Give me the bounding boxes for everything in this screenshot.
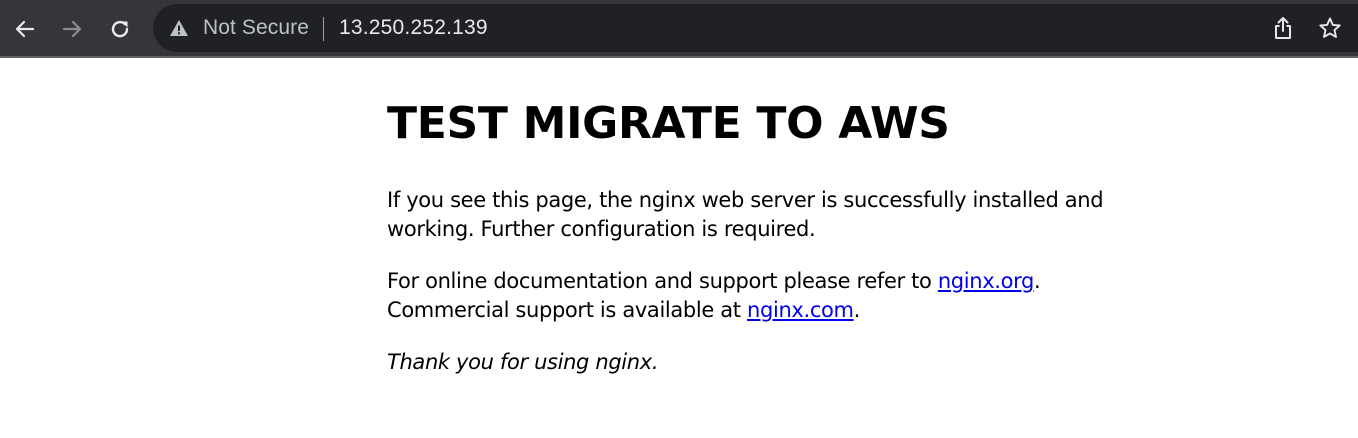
security-label: Not Secure <box>203 16 310 39</box>
arrow-left-icon <box>15 20 35 38</box>
nginx-org-link[interactable]: nginx.org <box>938 269 1035 293</box>
arrow-right-icon <box>62 20 82 38</box>
support-text-2: Commercial support is available at <box>387 298 748 322</box>
share-button[interactable] <box>1270 15 1296 41</box>
warning-triangle-icon <box>170 20 188 36</box>
reload-button[interactable] <box>105 14 135 44</box>
support-text-1: For online documentation and support ple… <box>387 269 938 293</box>
url-text[interactable]: 13.250.252.139 <box>339 4 488 52</box>
share-icon <box>1275 17 1291 39</box>
page-title: TEST MIGRATE TO AWS <box>387 98 950 149</box>
address-bar[interactable]: Not Secure 13.250.252.139 <box>153 4 1358 52</box>
thanks-paragraph: Thank you for using nginx. <box>387 350 659 374</box>
browser-toolbar: Not Secure 13.250.252.139 <box>0 0 1358 58</box>
reload-icon <box>111 20 129 38</box>
nginx-com-link[interactable]: nginx.com <box>747 298 854 322</box>
bookmark-button[interactable] <box>1317 15 1343 41</box>
security-indicator[interactable]: Not Secure <box>169 4 309 52</box>
star-icon <box>1319 17 1341 38</box>
support-text-2-end: . <box>853 298 861 322</box>
support-text-1-end: . <box>1034 269 1041 293</box>
support-paragraph: For online documentation and support ple… <box>387 267 1167 325</box>
intro-paragraph: If you see this page, the nginx web serv… <box>387 188 1104 241</box>
omnibox-divider <box>323 17 324 41</box>
forward-button[interactable] <box>57 14 87 44</box>
back-button[interactable] <box>10 14 40 44</box>
page-content: TEST MIGRATE TO AWS If you see this page… <box>387 60 1167 377</box>
